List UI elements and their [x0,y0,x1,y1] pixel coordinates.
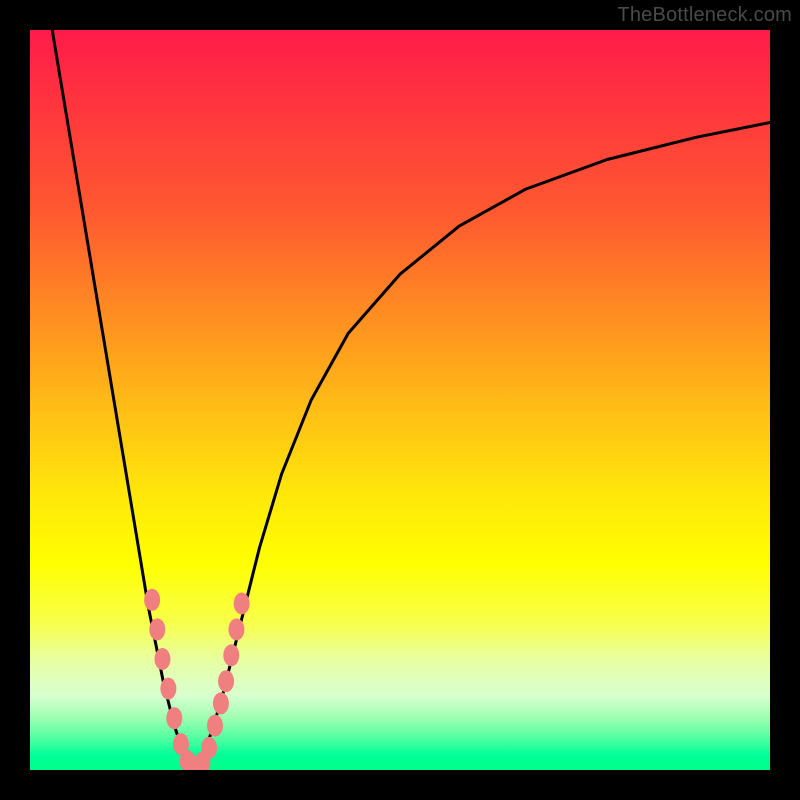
marker-bead [154,648,170,670]
marker-bead [201,737,217,759]
markers-layer [144,589,250,770]
watermark-text: TheBottleneck.com [617,4,792,27]
marker-bead [166,707,182,729]
marker-bead [160,678,176,700]
marker-bead [218,670,234,692]
curve-right-branch [193,123,770,771]
marker-bead [228,618,244,640]
curve-left-branch [52,30,193,770]
marker-bead [213,692,229,714]
marker-bead [234,593,250,615]
marker-bead [223,644,239,666]
marker-bead [207,715,223,737]
curve-layer [30,30,770,770]
chart-frame: TheBottleneck.com [0,0,800,800]
plot-area [30,30,770,770]
marker-bead [149,618,165,640]
marker-bead [144,589,160,611]
